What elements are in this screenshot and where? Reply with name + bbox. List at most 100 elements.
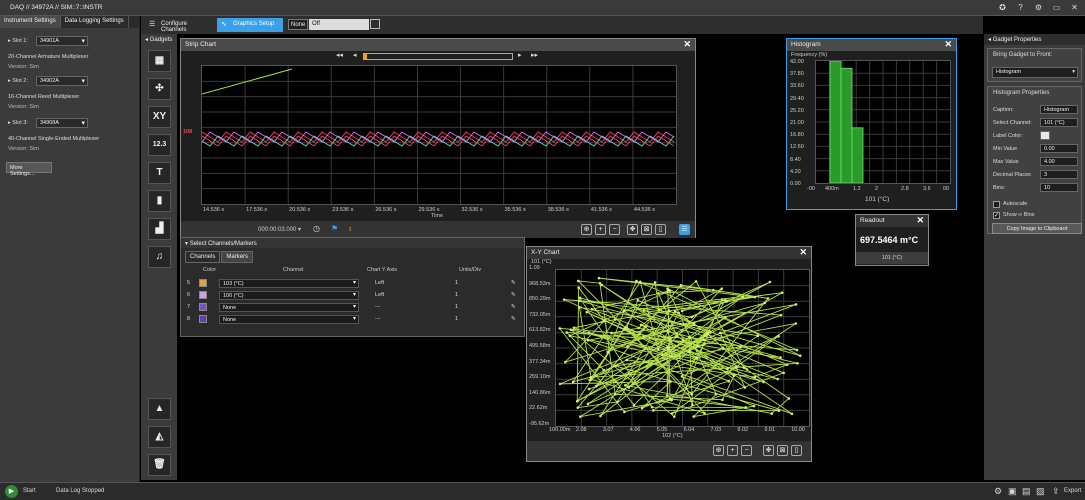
show-bins-checkbox[interactable]: ✓ [993, 212, 1000, 219]
fit-icon[interactable]: ⊠ [641, 224, 652, 235]
fast-forward-icon[interactable]: ▸▸ [531, 51, 538, 59]
slot-1-module-select[interactable]: 34901A [36, 36, 88, 46]
fit-icon[interactable]: ⊠ [777, 445, 788, 456]
color-swatch[interactable] [199, 315, 207, 323]
channel-select[interactable]: None [219, 315, 359, 324]
digital-readout-gadget-button[interactable]: 12.3 [148, 134, 171, 156]
bar-meter-gadget-button[interactable]: ▮ [148, 190, 171, 212]
image-remove-button[interactable]: ◭ [148, 426, 171, 448]
settings-icon[interactable]: ⚙ [994, 486, 1002, 497]
delete-gadget-button[interactable]: 🗑 [148, 454, 171, 476]
label-color-swatch[interactable] [1040, 131, 1050, 140]
channel-select[interactable]: 100 (°C) [219, 291, 359, 300]
tab-instrument-settings[interactable]: Instrument Settings [0, 16, 61, 28]
histogram-gadget-button[interactable]: ▟ [148, 218, 171, 240]
channel-selection-panel: ▾ Select Channels/Markers Channels Marke… [180, 237, 525, 337]
alarm-gadget-button[interactable]: ♫ [148, 246, 171, 268]
xy-chart-plot[interactable] [555, 269, 810, 427]
close-icon[interactable]: ✕ [799, 247, 807, 258]
bring-front-select[interactable]: Histogram ▾ [992, 67, 1078, 78]
scroll-thumb[interactable] [364, 54, 367, 59]
zoom-fit-icon[interactable]: ⊕ [581, 224, 592, 235]
image-gadget-button[interactable]: ▲ [148, 398, 171, 420]
property-value[interactable]: 101 (°C) [1040, 118, 1078, 127]
strip-chart-gadget-button[interactable]: ✣ [148, 78, 171, 100]
pin-icon[interactable]: ✪ [998, 3, 1007, 12]
edit-icon[interactable]: ✎ [511, 316, 516, 322]
table-gadget-button[interactable]: ▦ [148, 50, 171, 72]
cursor-icon[interactable]: ▯ [791, 445, 802, 456]
histogram-header[interactable]: Histogram ✕ [787, 39, 956, 51]
time-scrollbar[interactable] [363, 53, 513, 60]
cursor-icon[interactable]: ▯ [655, 224, 666, 235]
channel-selection-header[interactable]: ▾ Select Channels/Markers [181, 238, 524, 248]
zoom-out-icon[interactable]: − [609, 224, 620, 235]
edit-icon[interactable]: ✎ [511, 280, 516, 286]
graphics-setup-button[interactable]: ∿ Graphics Setup [217, 18, 283, 32]
step-back-icon[interactable]: ◂ [353, 51, 357, 59]
color-swatch[interactable] [199, 291, 207, 299]
time-span-value[interactable]: 000:00:03.000 ▾ [258, 226, 301, 233]
clock-icon[interactable]: ◷ [313, 224, 320, 233]
minimize-icon[interactable]: ▭ [1052, 3, 1061, 12]
pan-icon[interactable]: ✥ [627, 224, 638, 235]
settings-icon[interactable]: ⚙ [1034, 3, 1043, 12]
property-value[interactable]: 10 [1040, 183, 1078, 192]
export-label[interactable]: Export [1064, 488, 1081, 494]
tab-data-logging-settings[interactable]: Data Logging Settings [61, 16, 129, 28]
close-icon[interactable]: ✕ [683, 39, 691, 50]
expand-icon[interactable] [370, 19, 380, 29]
edit-icon[interactable]: ✎ [511, 292, 516, 298]
more-settings-button[interactable]: More Settings... [6, 162, 52, 177]
property-value[interactable]: 0.00 [1040, 144, 1078, 153]
save-icon[interactable]: ▣ [1008, 486, 1017, 497]
y-tick-label: 968.53m [529, 280, 551, 287]
copy-image-button[interactable]: Copy Image to Clipboard [992, 223, 1082, 234]
zoom-in-icon[interactable]: + [595, 224, 606, 235]
configure-channels-button[interactable]: ☰ Configure Channels [145, 18, 215, 33]
histogram-plot[interactable] [815, 60, 951, 184]
edit-icon[interactable]: ✎ [511, 304, 516, 310]
xy-point [743, 386, 747, 389]
zoom-fit-icon[interactable]: ⊕ [713, 445, 724, 456]
zoom-out-icon[interactable]: − [741, 445, 752, 456]
property-value[interactable]: 3 [1040, 170, 1078, 179]
color-swatch[interactable] [199, 303, 207, 311]
xy-point [670, 354, 673, 357]
property-value[interactable]: 4.00 [1040, 157, 1078, 166]
strip-chart-header[interactable]: Strip Chart ✕ [181, 39, 695, 51]
marker-icon[interactable]: ♁ [347, 224, 353, 233]
xy-chart-header[interactable]: X-Y Chart ✕ [527, 247, 811, 259]
readout-header[interactable]: Readout ✕ [856, 215, 928, 227]
xy-gadget-button[interactable]: XY [148, 106, 171, 128]
property-value[interactable]: Histogram [1040, 105, 1078, 114]
tab-markers[interactable]: Markers [221, 251, 254, 263]
close-icon[interactable]: ✕ [916, 215, 924, 226]
export-icon[interactable]: ⇪ [1052, 486, 1060, 497]
legend-icon[interactable]: ☰ [679, 224, 690, 235]
slot-2-module-select[interactable]: 34902A [36, 76, 88, 86]
tab-channels[interactable]: Channels [185, 251, 221, 263]
open-icon[interactable]: ▤ [1022, 486, 1031, 497]
pan-icon[interactable]: ✥ [763, 445, 774, 456]
color-swatch[interactable] [199, 279, 207, 287]
slot-3-module-select[interactable]: 34908A [36, 118, 88, 128]
step-forward-icon[interactable]: ▸ [518, 51, 522, 59]
strip-chart-plot[interactable] [201, 65, 677, 205]
text-gadget-button[interactable]: T [148, 162, 171, 184]
channel-select[interactable]: None [219, 303, 359, 312]
close-icon[interactable]: ✕ [944, 39, 952, 50]
none-select[interactable]: None [288, 19, 308, 30]
start-button[interactable]: ▶ [5, 485, 18, 498]
xy-chart-window: X-Y Chart ✕ 101 (°C) 1.09 968.53m 850.29m 73… [526, 246, 812, 462]
rewind-icon[interactable]: ◂◂ [336, 51, 343, 59]
xy-point [578, 306, 581, 309]
close-icon[interactable]: ✕ [1070, 3, 1079, 12]
flag-icon[interactable]: ⚑ [331, 224, 338, 233]
zoom-in-icon[interactable]: + [727, 445, 738, 456]
off-input[interactable]: Off [309, 19, 369, 30]
help-icon[interactable]: ? [1016, 3, 1025, 12]
channel-select[interactable]: 103 (°C) [219, 279, 359, 288]
image-icon[interactable]: ▨ [1036, 486, 1045, 497]
autoscale-checkbox[interactable] [993, 201, 1000, 208]
